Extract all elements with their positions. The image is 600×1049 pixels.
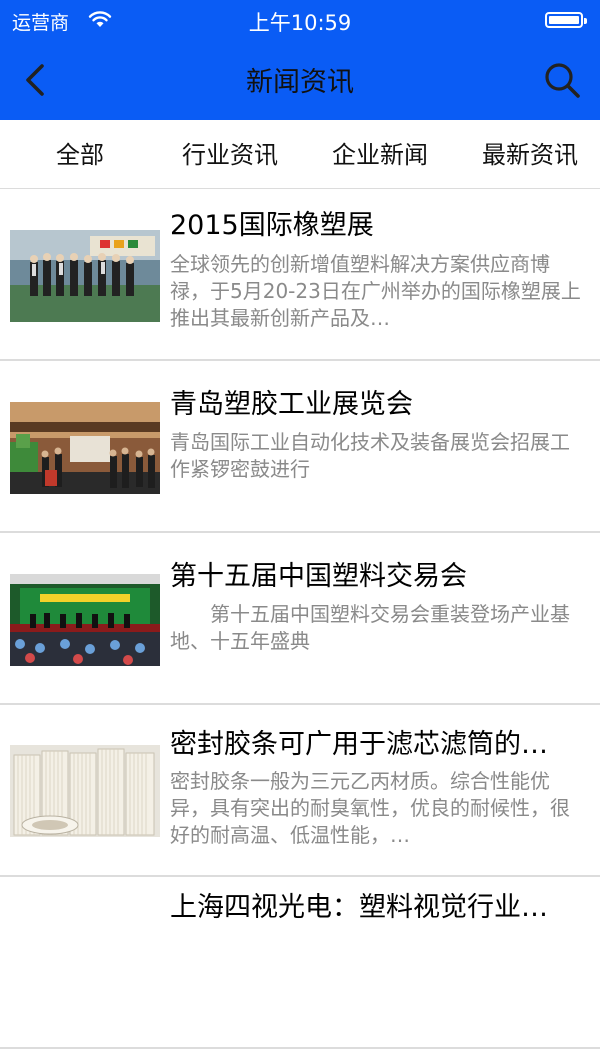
news-item[interactable]: 2015国际橡塑展 全球领先的创新增值塑料解决方案供应商博禄，于5月20-23日… bbox=[0, 189, 600, 361]
news-item[interactable]: 第十五届中国塑料交易会 第十五届中国塑料交易会重装登场产业基地、十五年盛典 bbox=[0, 533, 600, 705]
status-time: 上午10:59 bbox=[248, 11, 352, 35]
news-item[interactable]: 青岛塑胶工业展览会 青岛国际工业自动化技术及装备展览会招展工作紧锣密鼓进行 bbox=[0, 361, 600, 533]
news-thumbnail bbox=[10, 230, 160, 322]
news-item[interactable]: 上海四视光电：塑料视觉行业… bbox=[0, 877, 600, 1049]
category-tabs: 全部 行业资讯 企业新闻 最新资讯 bbox=[0, 120, 600, 189]
tab-company-news[interactable]: 企业新闻 bbox=[305, 120, 455, 188]
news-thumbnail bbox=[10, 402, 160, 494]
app-header: 运营商 上午10:59 新闻资讯 bbox=[0, 0, 600, 120]
battery-icon bbox=[545, 12, 587, 28]
news-title: 上海四视光电：塑料视觉行业… bbox=[170, 892, 548, 923]
news-summary: 第十五届中国塑料交易会重装登场产业基地、十五年盛典 bbox=[170, 602, 570, 653]
nav-bar: 新闻资讯 bbox=[0, 40, 600, 120]
news-summary: 密封胶条一般为三元乙丙材质。综合性能优异，具有突出的耐臭氧性，优良的耐候性，很好… bbox=[170, 769, 570, 847]
news-list: 2015国际橡塑展 全球领先的创新增值塑料解决方案供应商博禄，于5月20-23日… bbox=[0, 189, 600, 1049]
search-icon bbox=[545, 63, 580, 98]
news-title: 第十五届中国塑料交易会 bbox=[170, 561, 467, 592]
news-summary: 全球领先的创新增值塑料解决方案供应商博禄，于5月20-23日在广州举办的国际橡塑… bbox=[170, 252, 581, 330]
page-title: 新闻资讯 bbox=[246, 67, 354, 98]
tab-industry-news[interactable]: 行业资讯 bbox=[155, 120, 305, 188]
news-thumbnail bbox=[10, 745, 160, 837]
news-title: 2015国际橡塑展 bbox=[170, 210, 374, 241]
tab-latest-news[interactable]: 最新资讯 bbox=[455, 120, 600, 188]
search-button[interactable] bbox=[540, 58, 584, 102]
status-bar: 运营商 上午10:59 bbox=[0, 0, 600, 40]
news-title: 青岛塑胶工业展览会 bbox=[170, 389, 413, 420]
news-item[interactable]: 密封胶条可广用于滤芯滤筒的… 密封胶条一般为三元乙丙材质。综合性能优异，具有突出… bbox=[0, 705, 600, 877]
news-summary: 青岛国际工业自动化技术及装备展览会招展工作紧锣密鼓进行 bbox=[170, 430, 570, 481]
news-title: 密封胶条可广用于滤芯滤筒的… bbox=[170, 729, 548, 760]
news-thumbnail bbox=[10, 574, 160, 666]
tab-all[interactable]: 全部 bbox=[5, 120, 155, 188]
